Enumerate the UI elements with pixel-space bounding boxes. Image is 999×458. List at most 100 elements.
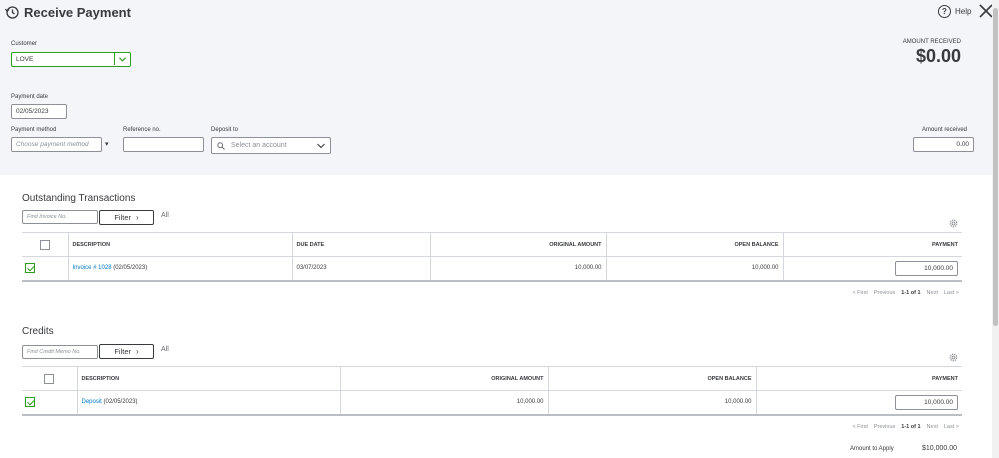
deposit-link[interactable]: Deposit [82,399,102,405]
payment-date-value: 02/05/2023 [16,108,49,115]
payment-method-label: Payment method [11,127,57,133]
pager-last[interactable]: Last > [944,290,959,296]
column-header-original-amount[interactable]: ORIGINAL AMOUNT [340,366,549,391]
column-header-payment[interactable]: PAYMENT [783,232,962,257]
chevron-right-icon: › [136,213,139,222]
deposit-to-label: Deposit to [211,127,239,133]
payment-date-field[interactable]: 02/05/2023 [11,104,67,119]
filter-label: Filter [114,213,131,222]
payment-cell: 10,000.00 [756,390,962,416]
credits-pager: < First Previous 1-1 of 1 Next Last > [852,424,959,430]
customer-value: LOVE [16,56,34,63]
payment-input[interactable]: 10,000.00 [895,260,958,276]
find-credit-memo-input[interactable]: Find Credit Memo No. [22,345,98,359]
pager-next[interactable]: Next [927,290,938,296]
pager-first[interactable]: < First [852,424,867,430]
due-date-cell: 03/07/2023 [292,256,431,282]
pager-range: 1-1 of 1 [901,290,921,296]
column-header-open-balance[interactable]: OPEN BALANCE [606,232,784,257]
find-credit-memo-placeholder: Find Credit Memo No. [27,349,81,355]
credits-all-label: All [161,346,169,353]
chevron-down-icon [317,143,325,149]
outstanding-filter-button[interactable]: Filter › [99,210,154,225]
pager-last[interactable]: Last > [944,424,959,430]
outstanding-pager: < First Previous 1-1 of 1 Next Last > [852,290,959,296]
payment-method-dropdown-arrow[interactable]: ▾ [105,140,109,148]
customer-field[interactable]: LOVE [11,52,131,67]
column-header-open-balance[interactable]: OPEN BALANCE [548,366,757,391]
column-header-original-amount[interactable]: ORIGINAL AMOUNT [430,232,607,257]
vertical-scrollbar[interactable] [992,0,999,458]
chevron-right-icon: › [136,347,139,356]
row-select-cell [22,256,69,282]
chevron-down-icon [119,56,126,62]
pager-range: 1-1 of 1 [901,424,921,430]
reference-label: Reference no. [123,127,161,133]
column-header-description[interactable]: DESCRIPTION [77,366,341,391]
gear-icon[interactable] [948,352,959,363]
amount-received-input-value: 0.00 [956,141,969,148]
deposit-date: (02/05/2023) [103,399,138,406]
history-icon[interactable] [4,4,20,20]
deposit-to-field[interactable]: Select an account [211,137,331,154]
pager-next[interactable]: Next [927,424,938,430]
payment-method-placeholder: Choose payment method [16,141,89,148]
column-header-description[interactable]: DESCRIPTION [68,232,293,257]
gear-icon[interactable] [948,218,959,229]
select-all-cell [22,366,78,391]
credits-table: DESCRIPTION ORIGINAL AMOUNT OPEN BALANCE… [22,366,962,416]
payment-date-label: Payment date [11,94,49,100]
row-checkbox[interactable] [25,397,35,408]
select-all-checkbox[interactable] [39,239,50,250]
payment-cell: 10,000.00 [783,256,962,282]
outstanding-table: DESCRIPTION DUE DATE ORIGINAL AMOUNT OPE… [22,232,962,282]
credits-filter-button[interactable]: Filter › [99,344,154,359]
outstanding-title: Outstanding Transactions [22,193,136,204]
column-header-due-date[interactable]: DUE DATE [292,232,431,257]
credits-title: Credits [22,326,54,337]
original-amount-cell: 10,000.00 [430,256,607,282]
table-header-row: DESCRIPTION ORIGINAL AMOUNT OPEN BALANCE… [22,366,962,391]
payment-input[interactable]: 10,000.00 [895,394,958,410]
reference-field[interactable] [123,137,204,152]
find-invoice-input[interactable]: Find Invoice No. [22,210,98,224]
invoice-link[interactable]: Invoice # 1028 [73,265,112,271]
amount-to-apply-value: $10,000.00 [922,445,958,452]
amount-received-field-label: Amount received [921,127,967,133]
open-balance-cell: 10,000.00 [548,390,757,416]
row-checkbox[interactable] [25,263,35,274]
help-icon: ? [938,5,951,18]
table-header-row: DESCRIPTION DUE DATE ORIGINAL AMOUNT OPE… [22,232,962,257]
search-icon [217,141,225,150]
find-invoice-placeholder: Find Invoice No. [27,214,67,220]
pager-previous[interactable]: Previous [874,290,895,296]
outstanding-all-label: All [161,212,169,219]
pager-previous[interactable]: Previous [874,424,895,430]
column-header-payment[interactable]: PAYMENT [756,366,962,391]
customer-dropdown-button[interactable] [114,53,130,65]
select-all-checkbox[interactable] [44,373,55,384]
help-label: Help [955,7,972,16]
close-icon[interactable] [979,4,993,18]
customer-label: Customer [11,41,38,47]
help-button[interactable]: ? Help [938,5,971,18]
table-row: Invoice # 1028 (02/05/2023) 03/07/2023 1… [22,256,962,282]
pager-first[interactable]: < First [852,290,867,296]
original-amount-cell: 10,000.00 [340,390,549,416]
invoice-date: (02/05/2023) [113,265,148,272]
deposit-to-placeholder: Select an account [231,142,287,149]
filter-label: Filter [114,347,131,356]
page-title: Receive Payment [24,5,131,20]
row-select-cell [22,390,78,416]
payment-method-field[interactable]: Choose payment method [11,137,102,152]
description-cell: Deposit (02/05/2023) [77,390,341,416]
form-header: Receive Payment ? Help Customer LOVE AMO… [0,0,993,175]
amount-received-value: $0.00 [915,46,961,66]
scrollbar-thumb[interactable] [993,8,998,326]
select-all-cell [22,232,69,257]
amount-to-apply-label: Amount to Apply [850,446,894,452]
amount-received-input[interactable]: 0.00 [913,137,974,152]
table-row: Deposit (02/05/2023) 10,000.00 10,000.00… [22,390,962,416]
amount-received-label: AMOUNT RECEIVED [902,39,961,45]
description-cell: Invoice # 1028 (02/05/2023) [68,256,293,282]
